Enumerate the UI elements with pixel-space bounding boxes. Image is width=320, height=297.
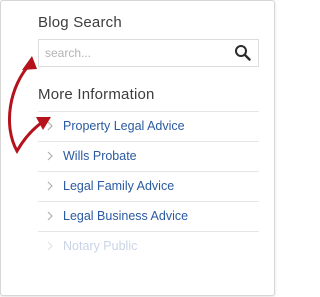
chevron-right-icon	[47, 181, 53, 191]
list-item[interactable]: Legal Business Advice	[38, 201, 259, 231]
chevron-right-icon	[47, 211, 53, 221]
chevron-right-icon	[47, 121, 53, 131]
list-item[interactable]: Wills Probate	[38, 141, 259, 171]
more-information-list: Property Legal Advice Wills Probate Lega…	[38, 111, 259, 261]
chevron-right-icon	[47, 151, 53, 161]
list-item[interactable]: Property Legal Advice	[38, 111, 259, 141]
list-item-link[interactable]: Legal Business Advice	[63, 209, 188, 223]
list-item-link[interactable]: Legal Family Advice	[63, 179, 174, 193]
list-item[interactable]: Legal Family Advice	[38, 171, 259, 201]
search-icon	[235, 45, 251, 61]
list-item-link[interactable]: Property Legal Advice	[63, 119, 185, 133]
search-form	[38, 39, 259, 67]
more-information-title: More Information	[38, 86, 155, 103]
list-item-link[interactable]: Notary Public	[63, 239, 137, 253]
list-item[interactable]: Notary Public	[38, 231, 259, 261]
search-input[interactable]	[39, 40, 235, 66]
chevron-right-icon	[47, 241, 53, 251]
search-button[interactable]	[234, 44, 252, 62]
blog-search-title: Blog Search	[38, 14, 122, 31]
sidebar-panel: Blog Search More Information Property Le…	[0, 0, 275, 296]
list-item-link[interactable]: Wills Probate	[63, 149, 137, 163]
